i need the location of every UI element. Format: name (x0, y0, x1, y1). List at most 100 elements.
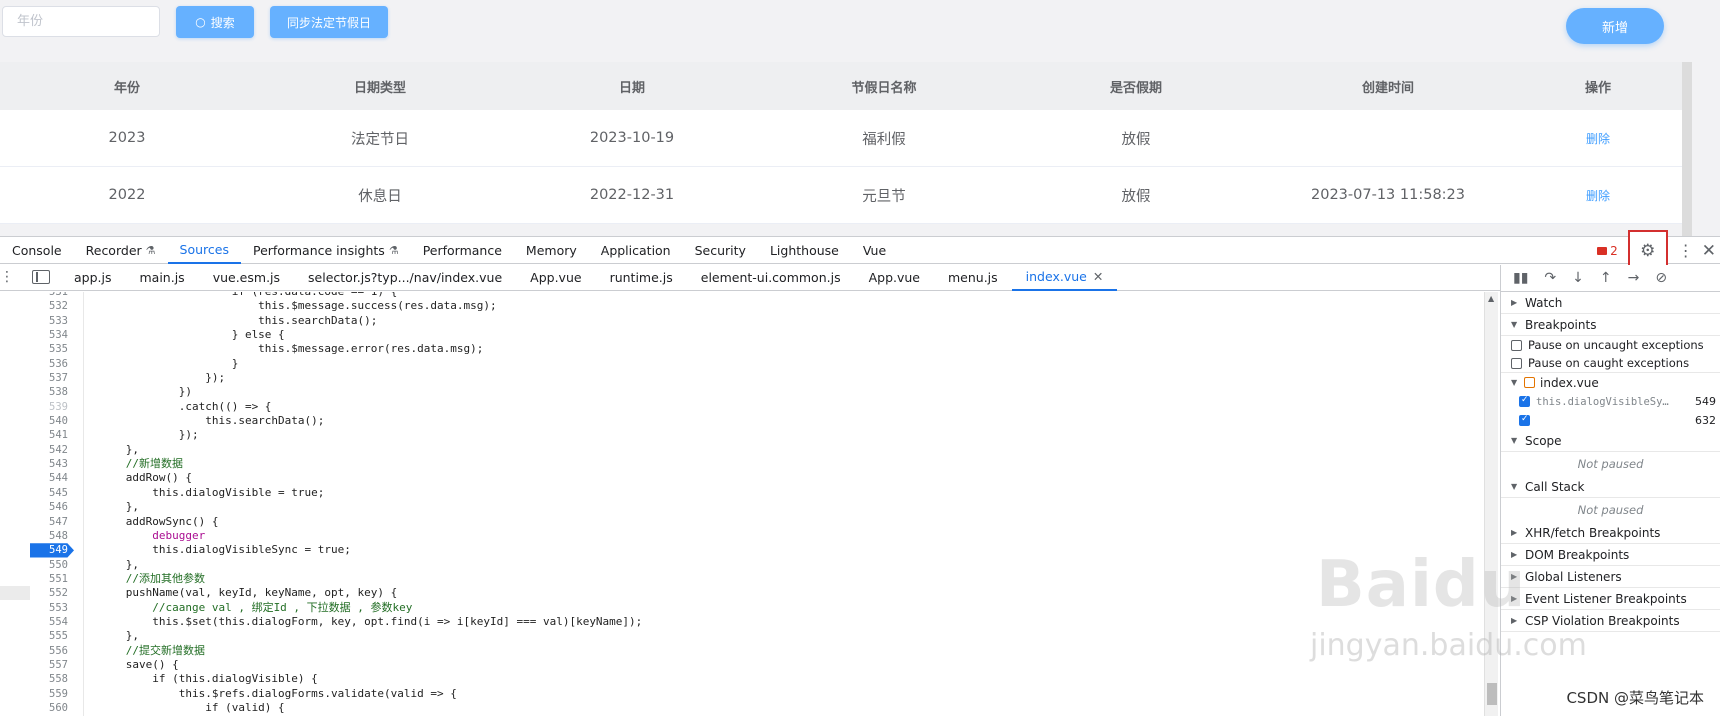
section-breakpoints[interactable]: ▼ Breakpoints (1501, 314, 1720, 336)
code-line[interactable]: 539 .catch(() => { (0, 400, 1500, 414)
tab-vue[interactable]: Vue (851, 237, 898, 264)
code-line[interactable]: 542 }, (0, 443, 1500, 457)
pause-icon[interactable]: ▮▮ (1513, 270, 1528, 286)
file-tab[interactable]: element-ui.common.js (687, 264, 855, 291)
file-tab-active[interactable]: index.vue ✕ (1011, 264, 1118, 291)
year-input[interactable] (2, 6, 160, 37)
line-number[interactable]: 541 (0, 428, 68, 442)
deactivate-breakpoints-icon[interactable]: ⊘ (1655, 270, 1667, 286)
line-number[interactable]: 531 (0, 292, 68, 299)
step-into-icon[interactable]: ↓ (1572, 270, 1584, 286)
checkbox[interactable] (1519, 414, 1530, 426)
breakpoint-item[interactable]: this.dialogVisibleSy… 549 (1501, 392, 1720, 411)
line-number[interactable]: 548 (0, 529, 68, 543)
line-number[interactable]: 546 (0, 500, 68, 514)
line-number[interactable]: 554 (0, 615, 68, 629)
line-number[interactable]: 545 (0, 486, 68, 500)
line-number[interactable]: 550 (0, 558, 68, 572)
line-number[interactable]: 557 (0, 658, 68, 672)
breakpoint-line-number[interactable]: 549 (30, 543, 74, 558)
tab-security[interactable]: Security (683, 237, 758, 264)
code-line[interactable]: 558 if (this.dialogVisible) { (0, 672, 1500, 686)
line-number[interactable]: 555 (0, 629, 68, 643)
section-call-stack[interactable]: ▼ Call Stack (1501, 476, 1720, 498)
sync-holidays-button[interactable]: 同步法定节假日 (270, 6, 388, 38)
line-number[interactable]: 560 (0, 701, 68, 715)
code-line[interactable]: 553 //caange val , 绑定Id , 下拉数据 , 参数key (0, 601, 1500, 615)
section-xhr[interactable]: ▶ XHR/fetch Breakpoints (1501, 522, 1720, 544)
code-line[interactable]: 554 this.$set(this.dialogForm, key, opt.… (0, 615, 1500, 629)
pause-uncaught-row[interactable]: Pause on uncaught exceptions (1511, 336, 1720, 354)
step-out-icon[interactable]: ↑ (1600, 270, 1612, 286)
section-event[interactable]: ▶ Event Listener Breakpoints (1501, 588, 1720, 610)
code-line[interactable]: 552 pushName(val, keyId, keyName, opt, k… (0, 586, 1500, 601)
line-number[interactable]: 544 (0, 471, 68, 485)
code-line[interactable]: 555 }, (0, 629, 1500, 643)
tab-recorder[interactable]: Recorder ⚗ (74, 237, 168, 264)
tab-memory[interactable]: Memory (514, 237, 589, 264)
code-line[interactable]: 546 }, (0, 500, 1500, 514)
breakpoint-file[interactable]: ▼ index.vue (1501, 372, 1720, 392)
error-badge[interactable]: 2 (1597, 244, 1618, 258)
code-line[interactable]: 550 }, (0, 558, 1500, 572)
code-line[interactable]: 537 }); (0, 371, 1500, 385)
file-tab[interactable]: app.js (60, 264, 126, 291)
tab-performance[interactable]: Performance (411, 237, 514, 264)
close-icon[interactable]: ✕ (1702, 241, 1716, 261)
delete-link[interactable]: 删除 (1586, 189, 1610, 203)
code-editor[interactable]: 531 if (res.data.code == 1) {532 this.$m… (0, 292, 1500, 716)
line-number[interactable]: 534 (0, 328, 68, 342)
code-line[interactable]: 531 if (res.data.code == 1) { (0, 292, 1500, 299)
checkbox[interactable] (1519, 395, 1530, 407)
tab-console[interactable]: Console (0, 237, 74, 264)
checkbox[interactable] (1511, 357, 1522, 369)
line-number[interactable]: 535 (0, 342, 68, 356)
code-line[interactable]: 544 addRow() { (0, 471, 1500, 485)
line-number[interactable]: 551 (0, 572, 68, 586)
line-number[interactable]: 547 (0, 515, 68, 529)
line-number[interactable]: 556 (0, 644, 68, 658)
file-tab[interactable]: App.vue (855, 264, 934, 291)
code-line[interactable]: 548 debugger (0, 529, 1500, 543)
line-number[interactable]: 537 (0, 371, 68, 385)
code-line[interactable]: 551 //添加其他参数 (0, 572, 1500, 586)
add-button[interactable]: 新增 (1566, 8, 1664, 44)
more-icon[interactable]: ⋮ (0, 269, 14, 285)
code-line[interactable]: 532 this.$message.success(res.data.msg); (0, 299, 1500, 313)
code-line[interactable]: 540 this.searchData(); (0, 414, 1500, 428)
line-number[interactable]: 538 (0, 385, 68, 399)
checkbox[interactable] (1511, 339, 1522, 351)
line-number[interactable]: 539 (0, 400, 68, 414)
code-line[interactable]: 535 this.$message.error(res.data.msg); (0, 342, 1500, 356)
section-global[interactable]: ▶ Global Listeners (1501, 566, 1720, 588)
code-line[interactable]: 538 }) (0, 385, 1500, 399)
code-line[interactable]: 549 this.dialogVisibleSync = true; (0, 543, 1500, 558)
code-line[interactable]: 545 this.dialogVisible = true; (0, 486, 1500, 500)
section-watch[interactable]: ▶ Watch (1501, 292, 1720, 314)
line-number[interactable]: 533 (0, 314, 68, 328)
code-line[interactable]: 536 } (0, 357, 1500, 371)
tab-application[interactable]: Application (589, 237, 683, 264)
section-dom[interactable]: ▶ DOM Breakpoints (1501, 544, 1720, 566)
line-number[interactable]: 542 (0, 443, 68, 457)
code-line[interactable]: 556 //提交新增数据 (0, 644, 1500, 658)
line-number[interactable]: 532 (0, 299, 68, 313)
line-number[interactable]: 553 (0, 601, 68, 615)
file-tab[interactable]: vue.esm.js (199, 264, 294, 291)
navigator-toggle-icon[interactable] (32, 270, 50, 284)
tab-performance-insights[interactable]: Performance insights ⚗ (241, 237, 411, 264)
pause-caught-row[interactable]: Pause on caught exceptions (1511, 354, 1720, 372)
table-scrollbar[interactable] (1682, 62, 1692, 236)
code-line[interactable]: 534 } else { (0, 328, 1500, 342)
line-number[interactable]: 558 (0, 672, 68, 686)
search-button[interactable]: ○ 搜索 (176, 6, 254, 38)
line-number[interactable]: 536 (0, 357, 68, 371)
code-line[interactable]: 557 save() { (0, 658, 1500, 672)
file-tab[interactable]: menu.js (934, 264, 1012, 291)
code-line[interactable]: 541 }); (0, 428, 1500, 442)
line-number[interactable]: 559 (0, 687, 68, 701)
code-line[interactable]: 543 //新增数据 (0, 457, 1500, 471)
tab-sources[interactable]: Sources (167, 237, 241, 264)
step-icon[interactable]: → (1628, 270, 1640, 286)
section-scope[interactable]: ▼ Scope (1501, 430, 1720, 452)
